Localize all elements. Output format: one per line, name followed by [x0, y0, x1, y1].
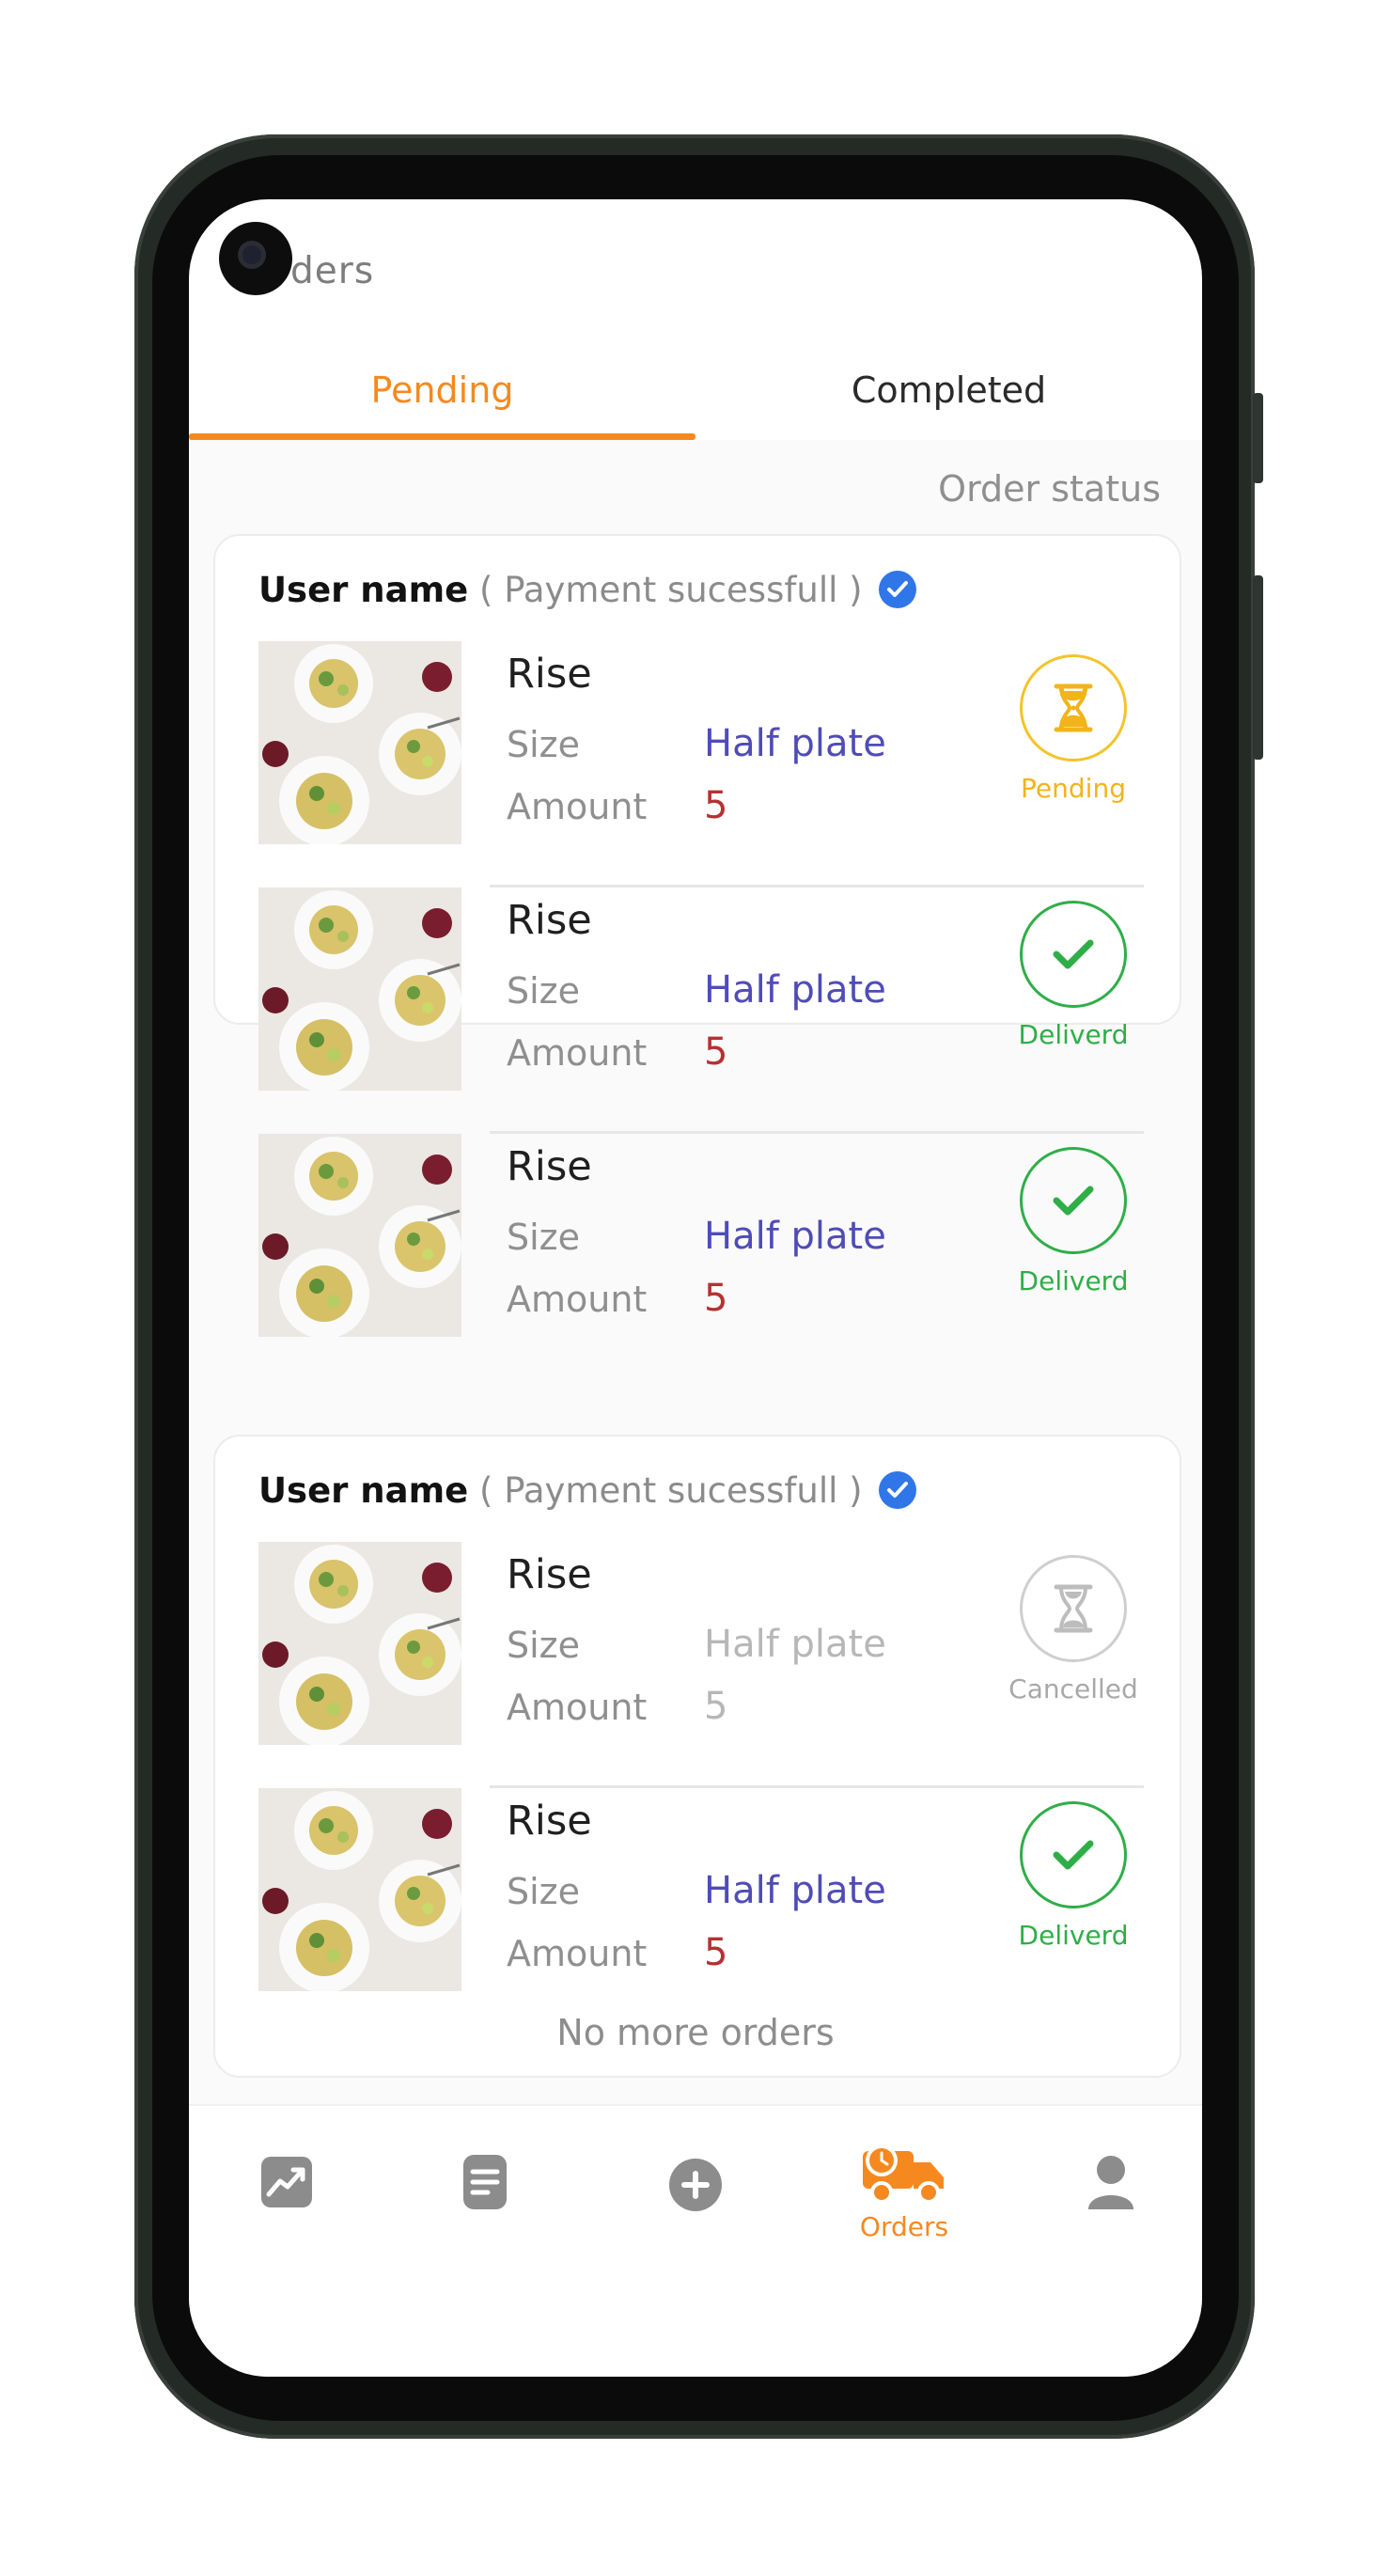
user-name: User name [258, 1470, 469, 1511]
hourglass-icon [1020, 1555, 1127, 1662]
food-image [258, 641, 461, 844]
item-name: Rise [507, 1143, 592, 1190]
order-status-badge[interactable]: Cancelled [1003, 1555, 1144, 1704]
order-status-badge[interactable]: Deliverd [1003, 1801, 1144, 1951]
add-icon [664, 2151, 727, 2213]
food-image [258, 1788, 461, 1991]
food-image [258, 1542, 461, 1745]
amount-value: 5 [704, 1685, 728, 1728]
app-screen: Orders Pending Completed Order status Us… [189, 199, 1202, 2377]
amount-label: Amount [507, 786, 648, 827]
hourglass-icon [1020, 654, 1127, 762]
food-image [258, 1134, 461, 1337]
order-item[interactable]: Rise Size Half plate Amount 5 Deliverd [258, 1788, 1144, 2004]
verified-check-icon [879, 571, 917, 608]
order-tabs: Pending Completed [189, 350, 1202, 440]
order-card: User name ( Payment sucessfull ) Rise Si… [213, 1435, 1181, 2078]
size-label: Size [507, 724, 581, 765]
status-label: Pending [1021, 773, 1126, 804]
amount-value: 5 [704, 784, 728, 827]
status-label: Deliverd [1018, 1920, 1129, 1951]
tab-completed-label: Completed [851, 369, 1047, 411]
size-label: Size [507, 1217, 581, 1258]
size-value: Half plate [704, 1869, 886, 1912]
amount-value: 5 [704, 1277, 728, 1320]
checkmark-icon [1020, 1147, 1127, 1254]
size-label: Size [507, 1625, 581, 1666]
nav-item-add[interactable] [625, 2151, 766, 2217]
amount-label: Amount [507, 1687, 648, 1728]
checkmark-icon [1020, 901, 1127, 1008]
chart-icon [256, 2151, 318, 2213]
nav-label-orders: Orders [859, 2211, 949, 2242]
item-name: Rise [507, 651, 592, 698]
no-more-orders-text: No more orders [556, 2012, 835, 2053]
item-name: Rise [507, 1798, 592, 1845]
order-card: User name ( Payment sucessfull ) Rise Si… [213, 534, 1181, 1337]
amount-value: 5 [704, 1931, 728, 1974]
checkmark-icon [1020, 1801, 1127, 1908]
status-label: Deliverd [1018, 1265, 1129, 1296]
payment-status: ( Payment sucessfull ) [479, 570, 863, 610]
order-item[interactable]: Rise Size Half plate Amount 5 Cancelled [258, 1542, 1144, 1788]
orders-list: Order status User name ( Payment sucessf… [189, 440, 1202, 2104]
order-status-badge[interactable]: Deliverd [1003, 1147, 1144, 1296]
nav-item-orders[interactable]: Orders [834, 2140, 975, 2242]
phone-power-button [1253, 393, 1263, 483]
delivery-truck-icon [859, 2140, 949, 2207]
size-value: Half plate [704, 1215, 886, 1258]
amount-label: Amount [507, 1933, 648, 1974]
size-label: Size [507, 1871, 581, 1912]
order-status-badge[interactable]: Pending [1003, 654, 1144, 804]
status-label: Deliverd [1018, 1019, 1129, 1050]
tab-pending-label: Pending [370, 369, 514, 411]
size-label: Size [507, 970, 581, 1012]
payment-status: ( Payment sucessfull ) [479, 1470, 863, 1511]
amount-label: Amount [507, 1032, 648, 1074]
order-status-badge[interactable]: Deliverd [1003, 901, 1144, 1050]
order-item[interactable]: Rise Size Half plate Amount 5 Deliverd [258, 887, 1144, 1134]
order-status-heading: Order status [938, 468, 1161, 510]
amount-value: 5 [704, 1030, 728, 1074]
order-item[interactable]: Rise Size Half plate Amount 5 Pending [258, 641, 1144, 887]
order-item[interactable]: Rise Size Half plate Amount 5 Deliverd [258, 1134, 1144, 1350]
item-name: Rise [507, 897, 592, 944]
food-image [258, 887, 461, 1091]
size-value: Half plate [704, 722, 886, 765]
user-icon [1080, 2151, 1142, 2213]
amount-label: Amount [507, 1279, 648, 1320]
front-camera [219, 222, 292, 295]
phone-volume-button [1253, 575, 1263, 760]
size-value: Half plate [704, 1623, 886, 1666]
status-label: Cancelled [1008, 1673, 1138, 1704]
bottom-navigation: Orders [189, 2104, 1202, 2377]
user-name: User name [258, 570, 469, 610]
order-card-header: User name ( Payment sucessfull ) [258, 1470, 917, 1511]
nav-item-list[interactable] [414, 2151, 555, 2217]
item-name: Rise [507, 1551, 592, 1598]
nav-item-analytics[interactable] [216, 2151, 357, 2217]
tab-pending[interactable]: Pending [189, 350, 696, 440]
order-card-header: User name ( Payment sucessfull ) [258, 570, 917, 610]
size-value: Half plate [704, 968, 886, 1012]
active-tab-indicator [189, 433, 696, 440]
list-icon [454, 2151, 516, 2213]
nav-item-profile[interactable] [1040, 2151, 1181, 2217]
tab-completed[interactable]: Completed [696, 350, 1202, 440]
verified-check-icon [879, 1471, 917, 1509]
